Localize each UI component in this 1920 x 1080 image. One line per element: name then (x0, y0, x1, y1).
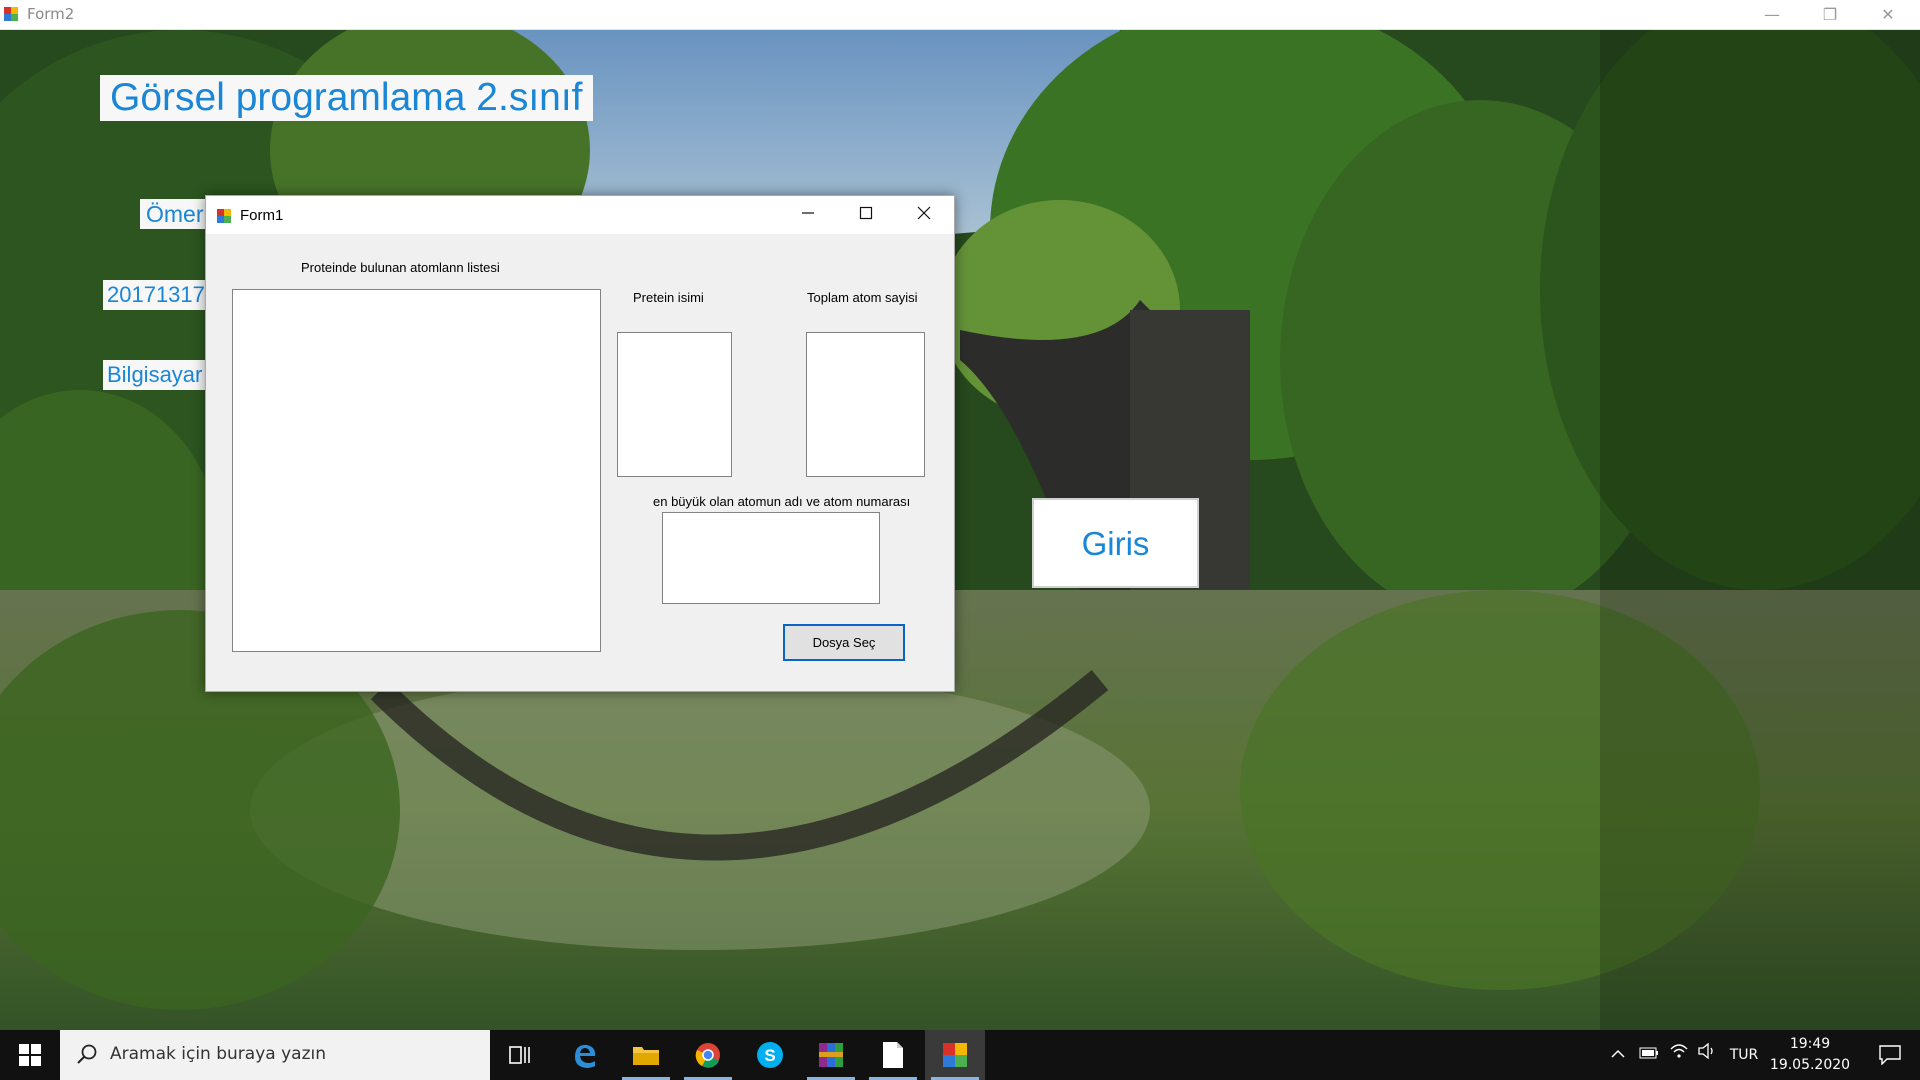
form1-title: Form1 (240, 207, 284, 224)
taskbar-skype[interactable]: S (740, 1030, 800, 1080)
window-title: Form2 (27, 5, 75, 23)
windows-icon (19, 1044, 41, 1066)
form1-close-button[interactable] (895, 196, 953, 234)
winrar-icon (819, 1043, 843, 1067)
volume-button[interactable] (1694, 1030, 1720, 1080)
notifications-button[interactable] (1860, 1030, 1920, 1080)
largest-atom-label: en büyük olan atomun adı ve atom numaras… (653, 494, 911, 509)
svg-text:S: S (764, 1046, 775, 1065)
largest-atom-box[interactable] (662, 512, 880, 604)
form1-titlebar: Form1 (206, 196, 954, 234)
form1-maximize-button[interactable] (837, 196, 895, 234)
document-icon (883, 1042, 903, 1068)
taskbar-chrome[interactable] (678, 1030, 738, 1080)
speaker-icon (1698, 1042, 1713, 1060)
giris-button[interactable]: Giris (1032, 498, 1199, 588)
network-button[interactable] (1666, 1030, 1692, 1080)
student-number-label: 20171317 (103, 280, 212, 310)
app-icon (4, 7, 18, 21)
clock-time: 19:49 (1789, 1036, 1831, 1052)
taskbar-winrar[interactable] (801, 1030, 861, 1080)
battery-button[interactable] (1635, 1030, 1663, 1080)
atom-list-label: Proteinde bulunan atomlann listesi (301, 260, 500, 275)
taskbar-task-view[interactable] (490, 1030, 550, 1080)
form-app-icon (943, 1043, 967, 1067)
protein-name-label: Pretein isimi (633, 290, 704, 305)
form2-titlebar: Form2 — ❐ ✕ (0, 0, 1920, 30)
minimize-icon (802, 212, 814, 214)
edge-icon (575, 1044, 596, 1068)
language-indicator[interactable]: TUR (1724, 1030, 1764, 1080)
total-atoms-box[interactable] (806, 332, 925, 477)
taskbar: Aramak için buraya yazın S TUR 19:49 19.… (0, 1030, 1920, 1080)
show-hidden-icons-button[interactable] (1605, 1030, 1630, 1080)
clock[interactable]: 19:49 19.05.2020 (1765, 1034, 1855, 1076)
close-button[interactable]: ✕ (1859, 0, 1917, 29)
search-placeholder: Aramak için buraya yazın (110, 1044, 326, 1064)
battery-icon (1639, 1047, 1658, 1059)
taskbar-search-box[interactable]: Aramak için buraya yazın (60, 1030, 490, 1080)
chevron-up-icon (1610, 1049, 1625, 1058)
taskbar-form-app[interactable] (925, 1030, 985, 1080)
form1-window: Form1 Proteinde bulunan atomlann listesi… (205, 195, 955, 692)
start-button[interactable] (0, 1030, 60, 1080)
clock-date: 19.05.2020 (1769, 1057, 1851, 1073)
student-name-label: Ömer (140, 199, 211, 229)
restore-button[interactable]: ❐ (1801, 0, 1859, 29)
total-atoms-label: Toplam atom sayisi (807, 290, 918, 305)
taskbar-notepad[interactable] (863, 1030, 923, 1080)
taskbar-edge[interactable] (555, 1030, 615, 1080)
folder-icon (633, 1047, 659, 1065)
file-select-button[interactable]: Dosya Seç (783, 624, 905, 661)
task-view-icon (509, 1046, 530, 1064)
protein-name-box[interactable] (617, 332, 732, 477)
app-icon (217, 209, 231, 223)
course-title-label: Görsel programlama 2.sınıf (100, 75, 593, 121)
search-icon (77, 1044, 97, 1064)
notification-icon (1879, 1045, 1901, 1065)
department-label: Bilgisayar (103, 360, 212, 390)
chrome-icon (695, 1043, 720, 1068)
taskbar-file-explorer[interactable] (616, 1030, 676, 1080)
minimize-button[interactable]: — (1743, 0, 1801, 29)
wifi-icon (1670, 1044, 1688, 1058)
form1-minimize-button[interactable] (779, 196, 837, 234)
skype-icon: S (757, 1042, 783, 1068)
atom-list-box[interactable] (232, 289, 601, 652)
close-icon (917, 206, 931, 220)
maximize-icon (859, 206, 873, 220)
